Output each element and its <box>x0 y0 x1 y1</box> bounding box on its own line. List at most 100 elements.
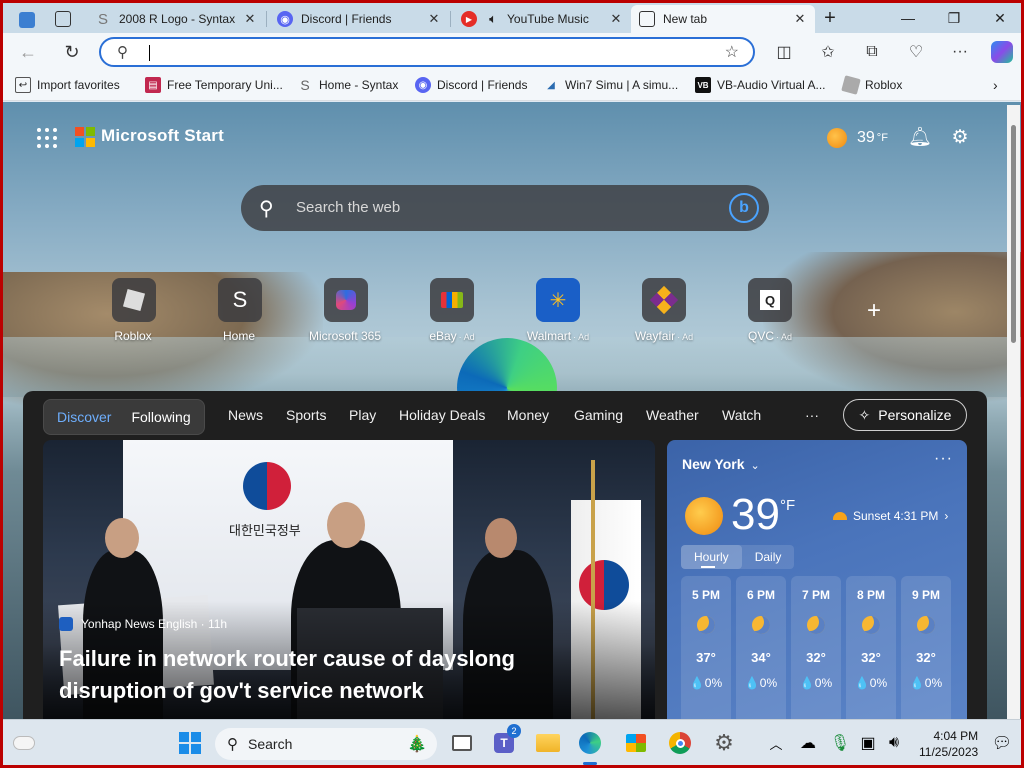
vb-audio-icon: VB <box>695 77 711 93</box>
settings-gear-icon[interactable]: ⚙ <box>709 728 739 758</box>
favorite-star-icon[interactable]: ☆ <box>725 42 739 62</box>
settings-more-icon[interactable]: ··· <box>945 37 975 67</box>
close-tab-icon[interactable]: ✕ <box>793 11 807 27</box>
nav-news[interactable]: News <box>228 407 263 423</box>
microsoft-logo-icon <box>75 127 95 147</box>
add-quicklink-icon[interactable]: + <box>863 299 885 323</box>
microphone-icon[interactable]: 🎙︎ <box>825 728 855 758</box>
personalize-label: Personalize <box>878 407 952 423</box>
tab-syntax[interactable]: S 2008 R Logo - Syntax ✕ <box>87 5 265 33</box>
chevron-up-icon[interactable]: ︿ <box>761 728 791 758</box>
taskbar-search[interactable]: ⚲ Search 🎄 <box>215 728 437 760</box>
header-weather[interactable]: 39 °F <box>827 128 888 148</box>
quicklink-qvc[interactable]: Q QVC · Ad <box>720 278 820 343</box>
speaker-icon[interactable]: 🔈︎ <box>485 11 501 27</box>
brand-title[interactable]: Microsoft Start <box>101 126 224 146</box>
nav-more-icon[interactable]: ··· <box>805 407 819 423</box>
personalize-star-icon: ✧ <box>858 406 871 423</box>
close-window-button[interactable]: ✕ <box>977 3 1021 33</box>
hour-precip: 💧0% <box>799 676 833 690</box>
story-source: Yonhap News English · 11h <box>59 617 227 631</box>
quicklink-walmart[interactable]: ✳ Walmart · Ad <box>508 278 608 343</box>
korea-government-emblem <box>243 462 291 510</box>
file-explorer-icon[interactable] <box>533 728 563 758</box>
tab-following[interactable]: Following <box>121 403 200 431</box>
system-clock[interactable]: 4:04 PM 11/25/2023 <box>919 728 978 760</box>
favorites-item[interactable]: ↩ Import favorites <box>15 77 120 93</box>
task-view-icon[interactable] <box>447 728 477 758</box>
split-screen-icon[interactable]: ◫ <box>769 37 799 67</box>
minimize-button[interactable]: — <box>885 3 931 33</box>
close-tab-icon[interactable]: ✕ <box>427 11 441 27</box>
sunset-info[interactable]: Sunset 4:31 PM › <box>833 509 948 523</box>
favorites-item[interactable]: ◉ Discord | Friends <box>415 77 527 93</box>
quicklink-roblox[interactable]: Roblox <box>84 278 184 343</box>
app-launcher-icon[interactable] <box>37 128 57 148</box>
settings-gear-icon[interactable]: ⚙ <box>949 126 971 148</box>
sun-icon <box>685 497 723 535</box>
close-tab-icon[interactable]: ✕ <box>243 11 257 27</box>
nav-play[interactable]: Play <box>349 407 376 423</box>
address-bar[interactable]: ⚲ ☆ <box>99 37 755 67</box>
notifications-bell-icon[interactable]: 🔔︎ <box>908 126 932 148</box>
quicklink-wayfair[interactable]: Wayfair · Ad <box>614 278 714 343</box>
tab-hourly[interactable]: Hourly <box>681 545 742 569</box>
start-windows-icon[interactable] <box>175 728 205 758</box>
web-search-box[interactable]: ⚲ Search the web b <box>241 185 769 231</box>
tab-daily[interactable]: Daily <box>742 545 795 569</box>
scrollbar-thumb[interactable] <box>1011 125 1016 343</box>
quicklink-ebay[interactable]: eBay · Ad <box>402 278 502 343</box>
favorites-overflow-icon[interactable]: › <box>993 77 998 93</box>
teams-icon[interactable]: T 2 <box>489 724 521 758</box>
maximize-button[interactable]: ❐ <box>931 3 977 33</box>
favorites-icon[interactable]: ✩ <box>813 37 843 67</box>
tab-discord[interactable]: ◉ Discord | Friends ✕ <box>269 5 449 33</box>
workspaces-button[interactable] <box>11 6 41 34</box>
tab-discover[interactable]: Discover <box>47 403 121 431</box>
nav-watch[interactable]: Watch <box>722 407 761 423</box>
notification-center-icon[interactable]: 💬︎ <box>987 728 1017 758</box>
tab-youtube-music[interactable]: ▶ 🔈︎ YouTube Music ✕ <box>453 5 631 33</box>
weather-card[interactable]: New York ⌄ ··· 39 °F Sunset 4:31 PM › Hou… <box>667 440 967 719</box>
hour-time: 6 PM <box>746 588 775 602</box>
hero-story-card[interactable]: 대한민국정부 Yonhap News English · 11h Failure… <box>43 440 655 719</box>
browser-essentials-icon[interactable]: ♡ <box>901 37 931 67</box>
page-scrollbar[interactable] <box>1007 105 1020 719</box>
forecast-tabs: Hourly Daily <box>681 545 795 569</box>
hour-precip: 💧0% <box>854 676 888 690</box>
nav-sports[interactable]: Sports <box>286 407 326 423</box>
nav-holiday-deals[interactable]: Holiday Deals <box>399 407 485 423</box>
bing-icon[interactable]: b <box>729 193 759 223</box>
tab-new-tab[interactable]: New tab ✕ <box>631 5 815 33</box>
quicklink-label: QVC <box>747 329 774 343</box>
nav-gaming[interactable]: Gaming <box>574 407 623 423</box>
favorites-item[interactable]: ▤ Free Temporary Uni... <box>145 77 283 93</box>
microsoft-store-icon[interactable] <box>621 728 651 758</box>
favorites-item[interactable]: S Home - Syntax <box>297 77 398 93</box>
nav-weather[interactable]: Weather <box>646 407 699 423</box>
favorites-item[interactable]: Roblox <box>841 75 902 95</box>
volume-icon[interactable]: 🔊︎ <box>879 728 909 758</box>
personalize-button[interactable]: ✧ Personalize <box>843 399 967 431</box>
chrome-icon[interactable] <box>665 728 695 758</box>
story-headline[interactable]: Failure in network router cause of daysl… <box>59 643 579 707</box>
edge-taskbar-icon[interactable] <box>575 728 605 758</box>
new-tab-button[interactable]: + <box>807 3 853 33</box>
widgets-weather-icon[interactable] <box>9 728 39 758</box>
tab-actions-button[interactable] <box>47 5 83 33</box>
quicklink-home[interactable]: S Home <box>190 278 290 343</box>
favorites-item[interactable]: ◢ Win7 Simu | A simu... <box>543 77 678 93</box>
copilot-icon[interactable] <box>987 37 1017 67</box>
weather-more-icon[interactable]: ··· <box>934 450 953 468</box>
weather-location[interactable]: New York ⌄ <box>682 456 760 472</box>
back-button[interactable]: ← <box>13 37 43 67</box>
favorites-label: Free Temporary Uni... <box>167 78 283 92</box>
favorites-item[interactable]: VB VB-Audio Virtual A... <box>695 77 826 93</box>
close-tab-icon[interactable]: ✕ <box>609 11 623 27</box>
quicklink-microsoft-365[interactable]: Microsoft 365 <box>296 278 396 343</box>
collections-icon[interactable]: ⧉ <box>857 37 887 67</box>
nav-money[interactable]: Money <box>507 407 549 423</box>
refresh-button[interactable]: ↻ <box>57 37 87 67</box>
favorites-label: Win7 Simu | A simu... <box>565 78 679 92</box>
onedrive-cloud-icon[interactable]: ☁ <box>793 728 823 758</box>
